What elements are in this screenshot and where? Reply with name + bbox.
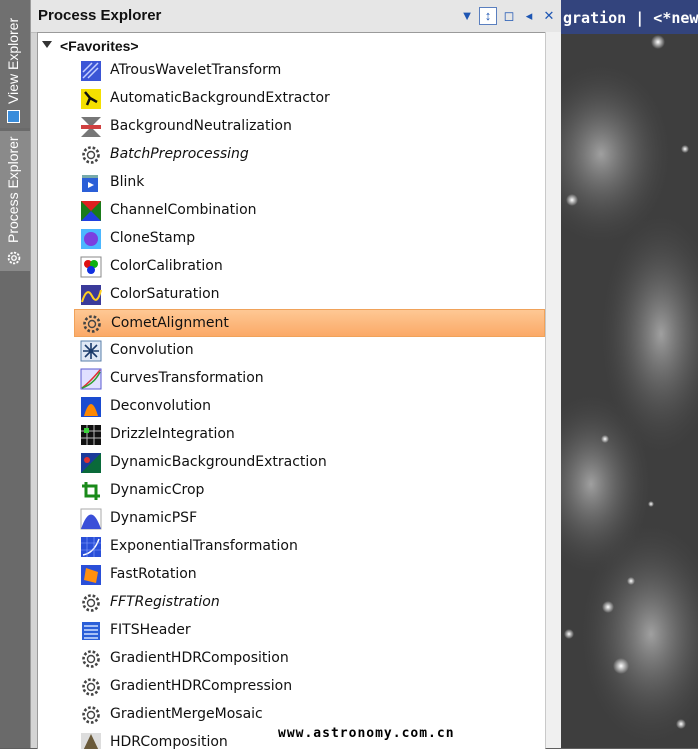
- process-item-label: GradientHDRCompression: [110, 678, 293, 694]
- hdr-icon: [81, 733, 101, 749]
- process-item[interactable]: BatchPreprocessing: [74, 141, 545, 169]
- nebula-image: [561, 34, 698, 748]
- process-item[interactable]: DynamicBackgroundExtraction: [74, 449, 545, 477]
- process-item-label: ExponentialTransformation: [110, 538, 298, 554]
- process-item[interactable]: GradientMergeMosaic: [74, 701, 545, 729]
- deconvolution-icon: [81, 397, 101, 417]
- process-item[interactable]: DrizzleIntegration: [74, 421, 545, 449]
- process-item[interactable]: FFTRegistration: [74, 589, 545, 617]
- process-item-label: FITSHeader: [110, 622, 191, 638]
- clone-stamp-icon: [81, 229, 101, 249]
- crop-icon: [82, 482, 100, 500]
- process-item-label: DynamicBackgroundExtraction: [110, 454, 327, 470]
- fits-header-icon: [82, 622, 100, 640]
- gear-icon: [82, 146, 100, 164]
- process-item[interactable]: FastRotation: [74, 561, 545, 589]
- gear-icon: [82, 594, 100, 612]
- process-item-label: HDRComposition: [110, 734, 228, 749]
- process-explorer-gear-icon: [7, 251, 21, 265]
- convolution-icon: [80, 340, 102, 362]
- close-icon[interactable]: ✕: [541, 8, 557, 24]
- process-item-label: BatchPreprocessing: [110, 146, 249, 162]
- process-list: <Favorites> ATrousWaveletTransform Automa…: [37, 32, 546, 749]
- process-item-label: ColorSaturation: [110, 286, 220, 302]
- process-item[interactable]: ATrousWaveletTransform: [74, 57, 545, 85]
- process-item-label: CloneStamp: [110, 230, 196, 246]
- color-calibration-icon: [80, 256, 102, 278]
- process-item[interactable]: DynamicPSF: [74, 505, 545, 533]
- panel-title: Process Explorer: [38, 7, 162, 24]
- process-item[interactable]: GradientHDRCompression: [74, 673, 545, 701]
- process-item[interactable]: Convolution: [74, 337, 545, 365]
- process-item[interactable]: AutomaticBackgroundExtractor: [74, 85, 545, 113]
- gear-icon: [82, 678, 100, 696]
- wavelet-icon: [81, 61, 101, 81]
- process-item-label: Convolution: [110, 342, 194, 358]
- expand-vertical-icon[interactable]: ↕: [479, 7, 497, 25]
- process-item[interactable]: FITSHeader: [74, 617, 545, 645]
- vertical-scrollbar[interactable]: [545, 32, 562, 748]
- abe-icon: [81, 89, 101, 109]
- process-item-label: Deconvolution: [110, 398, 211, 414]
- process-item[interactable]: ColorSaturation: [74, 281, 545, 309]
- curves-icon: [80, 368, 102, 390]
- image-window[interactable]: gration | <*new: [561, 0, 698, 748]
- expand-arrow-icon[interactable]: [42, 41, 52, 48]
- process-explorer-tab-label: Process Explorer: [5, 136, 21, 243]
- side-dock: View Explorer Process Explorer: [0, 0, 30, 748]
- gear-icon: [82, 650, 100, 668]
- process-item[interactable]: DynamicCrop: [74, 477, 545, 505]
- process-item[interactable]: ExponentialTransformation: [74, 533, 545, 561]
- process-item[interactable]: GradientHDRComposition: [74, 645, 545, 673]
- view-explorer-tab[interactable]: View Explorer: [0, 0, 30, 128]
- process-item[interactable]: ColorCalibration: [74, 253, 545, 281]
- view-explorer-icon: [7, 110, 20, 123]
- process-item-label: CometAlignment: [111, 315, 229, 331]
- watermark: www.astronomy.com.cn: [278, 726, 455, 741]
- process-item[interactable]: CometAlignment: [74, 309, 545, 337]
- process-item[interactable]: Deconvolution: [74, 393, 545, 421]
- process-item-label: AutomaticBackgroundExtractor: [110, 90, 330, 106]
- process-item-label: FastRotation: [110, 566, 197, 582]
- process-item-label: GradientMergeMosaic: [110, 706, 263, 722]
- image-window-title: gration | <*new: [563, 9, 698, 27]
- panel-header: Process Explorer ▼ ↕ ◻ ◂ ✕: [31, 0, 562, 33]
- gear-icon: [83, 315, 101, 333]
- process-item-label: CurvesTransformation: [110, 370, 264, 386]
- channel-combination-icon: [81, 201, 101, 221]
- dropdown-arrow-icon[interactable]: ▼: [459, 8, 475, 24]
- view-explorer-tab-label: View Explorer: [5, 17, 21, 104]
- process-item[interactable]: Blink: [74, 169, 545, 197]
- process-item-label: Blink: [110, 174, 145, 190]
- exponential-icon: [81, 537, 101, 557]
- background-neutralization-icon: [81, 117, 101, 137]
- dbe-icon: [81, 453, 101, 473]
- process-item-label: DrizzleIntegration: [110, 426, 235, 442]
- process-item-label: BackgroundNeutralization: [110, 118, 292, 134]
- process-item-label: ChannelCombination: [110, 202, 257, 218]
- favorites-group[interactable]: <Favorites>: [38, 35, 545, 57]
- process-item-label: FFTRegistration: [110, 594, 220, 610]
- gear-icon: [82, 706, 100, 724]
- process-item-label: ATrousWaveletTransform: [110, 62, 282, 78]
- drizzle-icon: [81, 425, 101, 445]
- maximize-icon[interactable]: ◻: [501, 8, 517, 24]
- process-item-label: ColorCalibration: [110, 258, 223, 274]
- process-item[interactable]: BackgroundNeutralization: [74, 113, 545, 141]
- process-item-label: DynamicCrop: [110, 482, 205, 498]
- process-item[interactable]: CurvesTransformation: [74, 365, 545, 393]
- process-explorer-tab[interactable]: Process Explorer: [0, 131, 30, 271]
- blink-icon: [82, 175, 98, 192]
- rotation-icon: [81, 565, 101, 585]
- process-item-label: GradientHDRComposition: [110, 650, 289, 666]
- process-explorer-panel: Process Explorer ▼ ↕ ◻ ◂ ✕ <Favorites> A…: [30, 0, 562, 749]
- psf-icon: [80, 508, 102, 530]
- dock-left-icon[interactable]: ◂: [521, 8, 537, 24]
- image-window-titlebar[interactable]: gration | <*new: [561, 0, 698, 34]
- process-item-label: DynamicPSF: [110, 510, 198, 526]
- process-item[interactable]: CloneStamp: [74, 225, 545, 253]
- favorites-group-label: <Favorites>: [60, 38, 139, 54]
- process-item[interactable]: ChannelCombination: [74, 197, 545, 225]
- color-saturation-icon: [81, 285, 102, 305]
